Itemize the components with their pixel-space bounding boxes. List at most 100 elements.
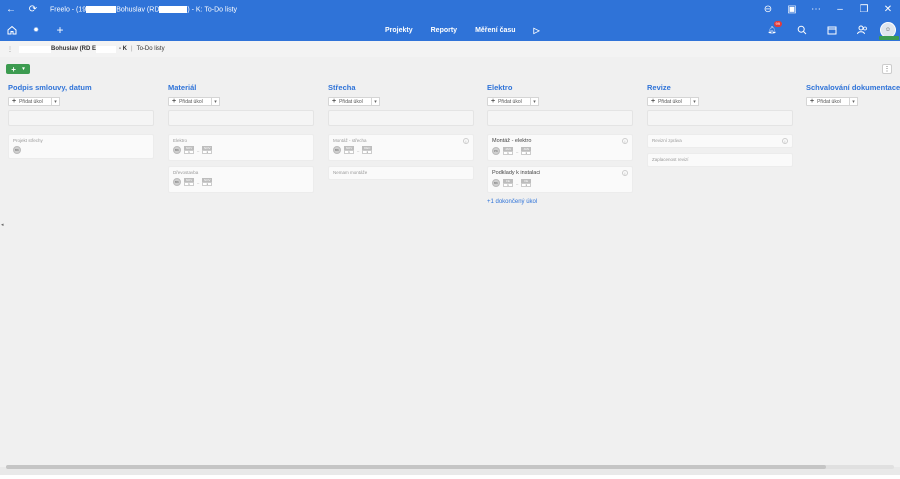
add-task-button[interactable]: + Přidat úkol bbox=[328, 97, 372, 106]
task-card[interactable]: Podklady k instalaci i BK FE 1 – FE 1 bbox=[487, 166, 633, 193]
task-card[interactable]: Montáž - elektro i PK JAN 1 – JAN 1 bbox=[487, 134, 633, 161]
info-icon[interactable]: i bbox=[622, 138, 628, 144]
minimize-icon[interactable]: – bbox=[828, 0, 852, 19]
add-task-button[interactable]: + Přidat úkol bbox=[487, 97, 531, 106]
collapse-left-icon[interactable]: ◂ bbox=[1, 222, 4, 228]
chevron-down-icon[interactable]: ▾ bbox=[850, 97, 858, 106]
start-date-chip: NOV 1 bbox=[184, 178, 194, 186]
todo-list-title[interactable]: Materiál bbox=[168, 83, 314, 93]
redacted-block bbox=[96, 45, 117, 53]
add-task-control: + Přidat úkol ▾ bbox=[806, 97, 900, 106]
task-title-text: Podklady k instalaci bbox=[492, 170, 541, 176]
redacted-block bbox=[19, 45, 51, 53]
plus-icon: + bbox=[491, 98, 496, 105]
task-card[interactable]: Nemam montáže bbox=[328, 166, 474, 180]
plus-icon: + bbox=[810, 98, 815, 105]
date-range-separator: – bbox=[516, 148, 519, 154]
add-task-label: Přidat úkol bbox=[179, 98, 203, 105]
refresh-icon[interactable]: ⟳ bbox=[22, 0, 44, 19]
due-date-chip: FE 1 bbox=[521, 179, 532, 187]
home-icon[interactable] bbox=[0, 19, 24, 41]
window-bottom-edge bbox=[0, 475, 900, 479]
task-title: Montáž - elektro i bbox=[492, 138, 628, 144]
todo-list-title[interactable]: Schvalování dokumentace bbox=[806, 83, 900, 93]
close-icon[interactable]: ✕ bbox=[876, 0, 900, 19]
users-icon[interactable] bbox=[850, 19, 874, 41]
plus-icon: + bbox=[12, 98, 17, 105]
plus-icon: + bbox=[11, 64, 16, 74]
info-icon[interactable]: i bbox=[463, 138, 469, 144]
plus-icon: + bbox=[651, 98, 656, 105]
chevron-down-icon[interactable]: ▾ bbox=[691, 97, 699, 106]
todo-list-title[interactable]: Střecha bbox=[328, 83, 474, 93]
chevron-down-icon[interactable]: ▾ bbox=[52, 97, 60, 106]
add-task-button[interactable]: + Přidat úkol bbox=[168, 97, 212, 106]
date-day: 1 bbox=[503, 183, 513, 187]
more-icon[interactable]: ⋯ bbox=[804, 0, 828, 19]
task-card[interactable]: Zaplacenost revizí bbox=[647, 153, 793, 167]
chevron-down-icon[interactable]: ▾ bbox=[212, 97, 220, 106]
redacted-block bbox=[159, 5, 188, 13]
task-title: Revizní zpráva i bbox=[652, 138, 788, 144]
todo-list-column: Revize + Přidat úkol ▾ Revizní zpráva i Za… bbox=[647, 83, 793, 167]
task-card[interactable]: Revizní zpráva i bbox=[647, 134, 793, 148]
breadcrumb: ⋮ Bohuslav (RD E - K | To-Do listy bbox=[0, 41, 900, 57]
add-task-button[interactable]: + Přidat úkol bbox=[647, 97, 691, 106]
task-card[interactable]: Projekt střechy BK bbox=[8, 134, 154, 159]
restore-icon[interactable]: ❐ bbox=[852, 0, 876, 19]
back-icon[interactable]: ← bbox=[0, 0, 22, 19]
nav-time-tracking[interactable]: Měření času bbox=[475, 27, 515, 34]
search-icon[interactable] bbox=[790, 19, 814, 41]
nav-reports[interactable]: Reporty bbox=[431, 27, 457, 34]
breadcrumb-separator: | bbox=[131, 46, 133, 52]
drag-handle-icon[interactable]: ⋮ bbox=[7, 46, 13, 53]
date-day: 1 bbox=[521, 183, 532, 187]
breadcrumb-project-tail[interactable]: - K bbox=[119, 46, 127, 52]
todo-list-title[interactable]: Revize bbox=[647, 83, 793, 93]
task-card[interactable]: Dřevostavba BK NOV 1 – NOV 1 bbox=[168, 166, 314, 193]
date-range-separator: – bbox=[357, 147, 360, 153]
add-icon[interactable]: + bbox=[48, 19, 72, 41]
window-title-post: ) - K: To-Do listy bbox=[187, 6, 238, 14]
date-day: 1 bbox=[521, 151, 532, 155]
board-options-icon[interactable]: ⋮ bbox=[882, 64, 892, 74]
drop-zone bbox=[168, 110, 314, 126]
task-title-text: Montáž - střecha bbox=[333, 138, 367, 143]
add-task-control: + Přidat úkol ▾ bbox=[328, 97, 474, 106]
calendar-icon[interactable] bbox=[820, 19, 844, 41]
breadcrumb-project[interactable]: Bohuslav (RD E bbox=[51, 46, 96, 52]
drop-zone bbox=[8, 110, 154, 126]
notifications-icon[interactable]: 🔔︎ 99 bbox=[760, 19, 784, 41]
chevron-down-icon[interactable]: ▾ bbox=[531, 97, 539, 106]
task-title-text: Montáž - elektro bbox=[492, 138, 532, 144]
todo-list-column: Střecha + Přidat úkol ▾ Montáž - střecha i… bbox=[328, 83, 474, 180]
task-card[interactable]: Elektro BK NOV 1 – NOV 1 bbox=[168, 134, 314, 161]
completed-tasks-link[interactable]: +1 dokončený úkol bbox=[487, 199, 633, 205]
add-task-button[interactable]: + Přidat úkol bbox=[8, 97, 52, 106]
info-icon[interactable]: i bbox=[622, 170, 628, 176]
drop-zone bbox=[647, 110, 793, 126]
window-titlebar: ← ⟳ Freelo - (19 Bohuslav (RD) - K: To-Do… bbox=[0, 0, 900, 19]
add-task-button[interactable]: + Přidat úkol bbox=[806, 97, 850, 106]
date-day: 1 bbox=[184, 150, 194, 154]
start-date-chip: JAN 1 bbox=[503, 147, 513, 155]
date-range-separator: – bbox=[516, 180, 519, 186]
user-avatar[interactable]: ☺ bbox=[879, 22, 899, 40]
app-icon[interactable]: ▣ bbox=[780, 0, 804, 19]
nav-projects[interactable]: Projekty bbox=[385, 27, 413, 34]
play-icon[interactable]: ▷ bbox=[534, 26, 540, 35]
chevron-down-icon[interactable]: ▾ bbox=[372, 97, 380, 106]
zoom-icon[interactable]: ⊖ bbox=[756, 0, 780, 19]
assignee-avatar: BK bbox=[13, 146, 21, 154]
add-todo-list-button[interactable]: + ▾ bbox=[6, 64, 30, 74]
todo-list-title[interactable]: Podpis smlouvy, datum bbox=[8, 83, 154, 93]
horizontal-scrollbar[interactable] bbox=[6, 465, 894, 469]
add-task-label: Přidat úkol bbox=[339, 98, 363, 105]
scrollbar-thumb[interactable] bbox=[6, 465, 826, 469]
todo-list-title[interactable]: Elektro bbox=[487, 83, 633, 93]
info-icon[interactable]: i bbox=[782, 138, 788, 144]
task-title: Zaplacenost revizí bbox=[652, 157, 689, 162]
settings-icon[interactable]: ✹ bbox=[24, 19, 48, 41]
task-card[interactable]: Montáž - střecha i BK NOV 1 – DEC 1 bbox=[328, 134, 474, 161]
todo-list-column: Elektro + Přidat úkol ▾ Montáž - elektro i… bbox=[487, 83, 633, 205]
